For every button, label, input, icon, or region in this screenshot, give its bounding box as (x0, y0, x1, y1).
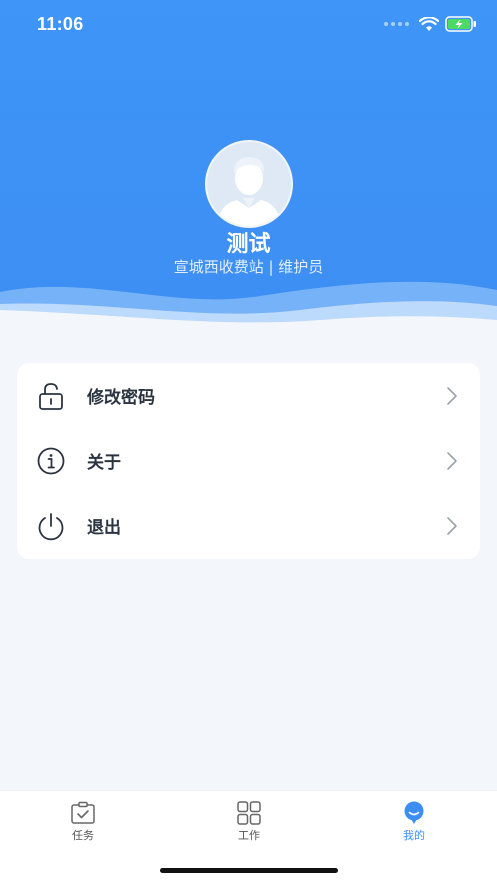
status-bar: 11:06 (0, 0, 497, 50)
unlock-icon (39, 383, 63, 410)
wave-decoration (0, 281, 497, 340)
status-icons (384, 16, 477, 32)
tab-label-work: 工作 (238, 829, 260, 842)
grid-icon (237, 801, 261, 825)
user-avatar-icon[interactable] (205, 140, 293, 228)
clipboard-check-icon (71, 801, 95, 824)
status-time: 11:06 (37, 14, 84, 34)
tab-tasks[interactable]: 任务 (23, 791, 143, 851)
chevron-right-icon (447, 387, 457, 405)
user-name: 测试 (226, 232, 271, 257)
menu-item-logout[interactable]: 退出 (17, 493, 480, 558)
battery-charging-icon (445, 16, 476, 32)
chevron-right-icon (447, 517, 457, 535)
menu-item-about[interactable]: 关于 (17, 428, 480, 493)
tab-mine[interactable]: 我的 (354, 791, 474, 851)
tab-label-tasks: 任务 (72, 829, 94, 842)
chevron-right-icon (447, 452, 457, 470)
wifi-icon (419, 16, 439, 31)
signal-icon (384, 22, 409, 26)
menu-label-about: 关于 (87, 453, 121, 473)
menu-label-logout: 退出 (87, 518, 121, 538)
home-indicator[interactable] (160, 868, 338, 873)
tab-work[interactable]: 工作 (189, 791, 309, 851)
tab-label-mine: 我的 (403, 829, 425, 842)
menu-item-change-password[interactable]: 修改密码 (17, 363, 480, 428)
info-icon (37, 447, 65, 475)
user-role-station: 宣城西收费站 | 维护员 (173, 258, 324, 276)
menu-label-change-password: 修改密码 (87, 388, 155, 408)
user-bubble-icon (404, 801, 424, 824)
power-icon (38, 513, 64, 541)
menu-card: 修改密码 关于 退出 (17, 363, 480, 559)
